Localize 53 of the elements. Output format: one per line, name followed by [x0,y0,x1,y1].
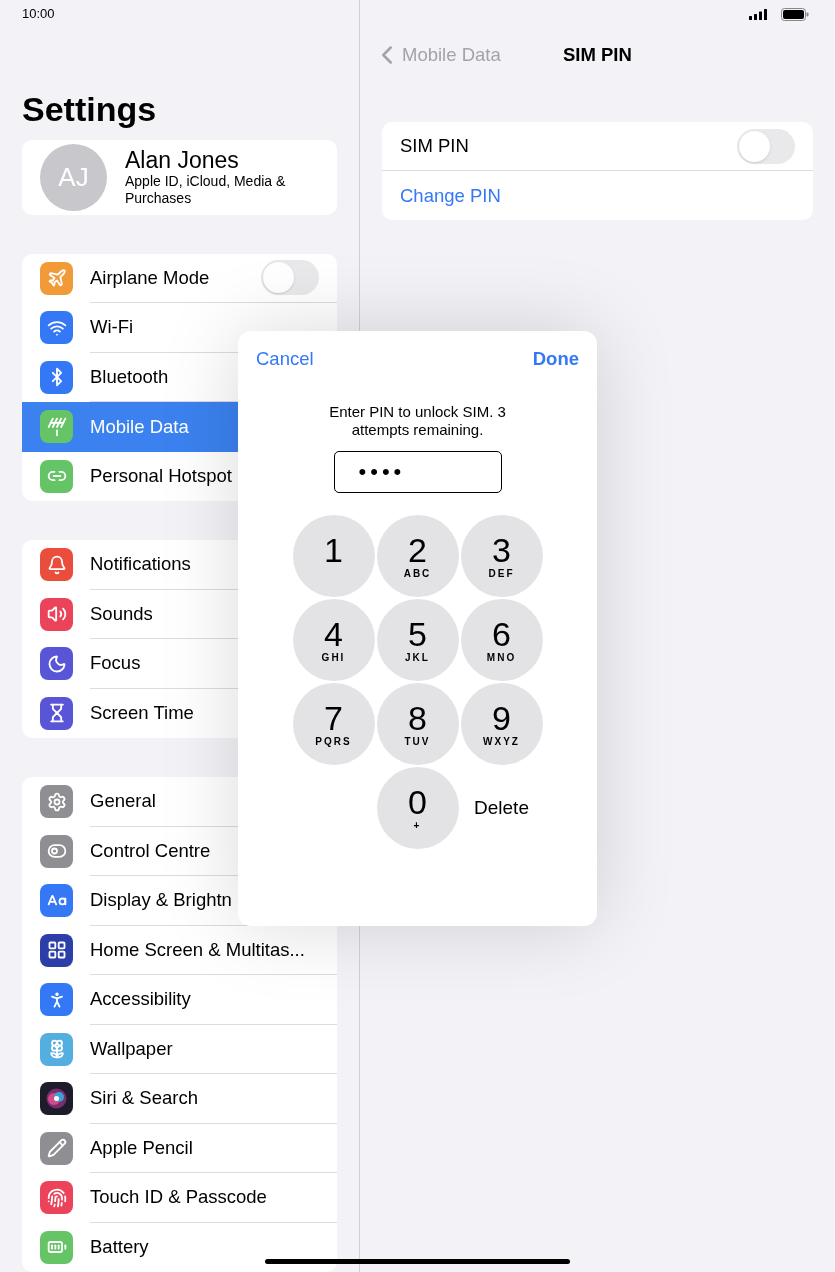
row-label: Sounds [90,601,154,626]
profile-name: Alan Jones [125,147,240,174]
row-label: Personal Hotspot [90,464,233,489]
settings-row[interactable]: Airplane Mode [22,253,337,303]
row-label: Display & Brightn [90,888,233,913]
change-pin-link[interactable]: Change PIN [400,181,795,210]
row-label: Airplane Mode [90,265,211,290]
avatar: AJ [40,143,107,211]
settings-row[interactable]: Touch ID & Passcode [22,1173,337,1223]
row-label: SIM PIN [400,134,470,159]
row-label: Battery [90,1235,150,1260]
row-label: Apple Pencil [90,1135,194,1160]
delete-key[interactable]: Delete [460,767,543,849]
row-label: Home Screen & Multitas... [90,937,306,962]
pin-field[interactable]: •••• [333,451,502,493]
toggle-switch[interactable] [261,260,319,296]
keypad-key[interactable]: 1 [292,515,375,597]
settings-row[interactable]: Siri & Search [22,1074,337,1124]
row-label: Notifications [90,552,192,577]
row-label: Accessibility [90,987,192,1012]
done-button[interactable]: Done [532,345,579,373]
status-time: 10:00 [22,4,55,23]
keypad-key[interactable]: 2 ABC [376,515,459,597]
row-label: General [90,789,157,814]
settings-row[interactable]: Battery [22,1222,337,1272]
battery-icon [781,7,809,21]
settings-row[interactable]: Apple Pencil [22,1123,337,1173]
row-label: Mobile Data [90,414,190,439]
row-label: Bluetooth [90,364,170,389]
row-label: Wallpaper [90,1036,174,1061]
row-label: Focus [90,651,142,676]
row-label: Siri & Search [90,1086,199,1111]
row-label: Wi-Fi [90,315,135,340]
keypad-key[interactable]: 7 PQRS [292,683,375,765]
profile-card[interactable]: AJ Alan Jones Apple ID, iCloud, Media & Purchases [22,139,337,215]
keypad-key[interactable]: 6 MNO [460,599,543,681]
keypad-key[interactable]: 8 TUV [376,683,459,765]
toggle-switch[interactable] [737,128,795,164]
page-title: SIM PIN [563,43,632,68]
row-label: Screen Time [90,701,195,726]
keypad-key[interactable]: 5 JKL [376,599,459,681]
row-label: Touch ID & Passcode [90,1185,268,1210]
signal-icon [749,8,767,20]
keypad-key[interactable]: 3 DEF [460,515,543,597]
settings-row[interactable]: Accessibility [22,975,337,1025]
profile-subtitle: Apple ID, iCloud, Media & Purchases [125,173,287,208]
cancel-button[interactable]: Cancel [256,345,314,373]
keypad-key[interactable]: 4 GHI [292,599,375,681]
keypad-key[interactable]: 9 WXYZ [460,683,543,765]
settings-row[interactable]: Wallpaper [22,1024,337,1074]
keypad-key[interactable]: 0 + [376,767,459,849]
row-label: Control Centre [90,838,212,863]
sidebar-title: Settings [22,88,158,129]
